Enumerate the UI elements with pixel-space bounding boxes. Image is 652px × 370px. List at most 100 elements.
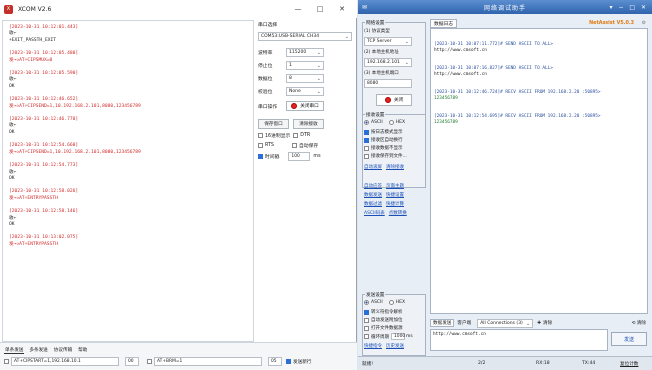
reset-count-button[interactable]: 复位计数 [620,361,638,367]
log-line: 发→◇AT+ENTRYPASSTH [9,241,58,247]
log-entry: [2023-10-31 10:12:58.146] 收← OK [9,209,247,228]
xcom-app-icon: X [4,4,13,14]
protocol-select[interactable]: TCP Server ⌄ [364,37,412,46]
send-ascii-radio[interactable] [364,300,369,305]
auto-save-checkbox[interactable] [291,143,297,148]
tab-multi-send[interactable]: 多条发送 [28,347,48,354]
close-connection-button[interactable]: 关闭 [376,94,412,106]
recv-entry-body: http://www.cmsoft.cn [434,48,487,53]
brand-label[interactable]: NetAssist V5.0.3 [589,21,634,26]
link-ascii-table[interactable]: ASCII码表 [364,210,385,216]
clear-recv-link[interactable]: 清除接收 [386,164,404,170]
tab-data-send[interactable]: 数据发送 [430,319,455,327]
link-auto-reply[interactable]: 自动应答 [364,183,382,189]
tab-data-log[interactable]: 数据日志 [430,18,458,28]
recv-ascii-radio[interactable] [364,120,369,125]
minimize-icon[interactable]: — [287,0,309,18]
log-line: 发→◇AT+CIPSEND=1,10.192.168.2.101,8080,12… [9,149,141,155]
close-icon[interactable]: ✕ [331,0,353,18]
row2-checkbox[interactable] [147,359,152,364]
file-source-checkbox[interactable] [364,325,369,331]
clear-receive-button[interactable]: 清除接收 [293,119,324,129]
netassist-window: ✉ 网络调试助手 ▾ − □ ✕ 网络设置 (1) 协议类型 TCP Serve… [358,0,652,370]
timestamp-interval-field[interactable]: 100 [288,152,311,161]
op-label: 串口操作 [258,104,278,110]
cycle-send-checkbox[interactable] [364,334,369,339]
status-rx: RX:18 [536,361,550,366]
xcom-receive-area[interactable]: [2023-10-31 10:12:01.443] 收← +EXIT_PASSTH_… [2,20,254,342]
local-port-field[interactable]: 8080 [364,79,412,88]
recv-hex-radio[interactable] [388,120,394,125]
send-hex-radio[interactable] [388,300,394,305]
send-tabs: 单条发送 多条发送 协议传输 帮助 [4,347,88,354]
link-filter[interactable]: 数据过滤 [364,201,382,207]
data-select[interactable]: 8 ⌄ [286,74,324,83]
row1-checkbox[interactable] [4,359,9,364]
dtr-checkbox[interactable] [293,133,299,138]
recv-entry: [2023-10-31 10:07:11.772]# SEND ASCII TO… [434,42,644,54]
local-port-label: (3) 本地主机端口 [364,71,399,76]
connections-select[interactable]: All Connections (3) ⌄ [477,318,534,328]
window-controls-icon[interactable]: ▾ − □ ✕ [610,4,648,11]
net-receive-area[interactable]: [2023-10-31 10:07:11.772]# SEND ASCII TO… [430,28,648,314]
auto-append-checkbox[interactable] [364,317,369,323]
link-calc[interactable]: 快捷计算 [386,201,404,207]
cycle-interval-field[interactable]: 1000 [391,333,405,340]
send-header: 数据发送 客户端 All Connections (3) ⌄ ✚ 清除 ⟲ 清除 [430,318,648,328]
tab-help[interactable]: 帮助 [77,347,88,354]
parity-select[interactable]: None ⌄ [286,87,324,96]
recv-entry-body: http://www.cmsoft.cn [434,72,487,77]
tab-client[interactable]: 客户端 [457,320,471,326]
link-float-convert[interactable]: 点数转换 [389,210,407,216]
quick-cmd-link[interactable]: 快捷指令 [364,343,382,349]
settings-icon[interactable]: ⚙ [642,21,646,26]
save-window-button[interactable]: 保存窗口 [258,119,289,129]
escape-parse-checkbox[interactable] [364,309,369,315]
log-entry: [2023-10-31 10:12:05.590] 收← OK [9,71,247,90]
log-line: OK [9,175,15,181]
maximize-icon[interactable]: □ [309,0,331,18]
row1-command-field[interactable]: AT+CIPSTART=1,192.168.10.1 [11,357,119,366]
xcom-settings-panel: 串口选择 COM53:USB-SERIAL CH34 ⌄ 波特率 115200 ⌄ … [256,20,356,342]
trash-send-icon[interactable]: ✚ [537,321,541,326]
xcom-window: X XCOM V2.6 — □ ✕ [2023-10-31 10:12:01.4… [0,0,357,370]
row2-command-field[interactable]: AT+BRM=1 [154,357,262,366]
xcom-title-text: XCOM V2.6 [18,5,52,13]
hex-display-checkbox[interactable] [258,133,263,138]
log-entry: [2023-10-31 10:12:54.773] 收← OK [9,163,247,182]
send-newline-checkbox[interactable] [286,359,291,364]
rts-checkbox[interactable] [258,143,263,148]
data-label: 数据位 [258,77,273,82]
log-line: 发→◇AT+CIPSEND=1,10.192.168.2.101,8080,12… [9,103,141,109]
auto-scroll-link[interactable]: 自动滚屏 [364,164,382,170]
row1-number: 00 [125,357,139,366]
log-mode-checkbox[interactable] [364,129,369,135]
send-text-area[interactable]: http://www.cmsoft.cn [430,329,608,351]
save-to-file-checkbox[interactable] [364,153,369,159]
stop-select[interactable]: 1 ⌄ [286,61,324,70]
xcom-send-area: 单条发送 多条发送 协议传输 帮助 AT+CIPSTART=1,192.168.… [0,342,357,370]
recv-entry-body: 123456789 [434,120,458,125]
recv-entry: [2023-10-31 10:07:16.827]# SEND ASCII TO… [434,66,644,78]
local-ip-select[interactable]: 192.168.2.101 ⌄ [364,58,412,67]
log-entry: [2023-10-31 10:12:46.770] 收← OK [9,117,247,136]
history-link[interactable]: 历史发送 [386,343,404,349]
tab-single-send[interactable]: 单条发送 [4,347,25,354]
log-line: OK [9,83,15,89]
baud-select[interactable]: 115200 ⌄ [286,48,324,57]
clear-recv-button2[interactable]: ⟲ 清除 [631,320,646,326]
close-port-button[interactable]: 关闭串口 [286,101,324,111]
link-data-send[interactable]: 数据发送 [364,192,382,198]
link-theme[interactable]: 页面主题 [386,183,404,189]
auto-wrap-checkbox[interactable] [364,137,369,143]
send-button[interactable]: 发送 [611,332,647,346]
hide-recv-checkbox[interactable] [364,145,369,151]
link-shortcut[interactable]: 快捷设置 [386,192,404,198]
clear-send-button[interactable]: 清除 [543,320,552,326]
tab-protocol[interactable]: 协议传输 [53,347,73,354]
port-select[interactable]: COM53:USB-SERIAL CH34 ⌄ [258,32,352,41]
timestamp-checkbox[interactable] [258,154,263,159]
status-led-icon [384,97,391,103]
log-line: OK [9,129,15,135]
local-ip-label: (2) 本地主机地址 [364,50,399,55]
